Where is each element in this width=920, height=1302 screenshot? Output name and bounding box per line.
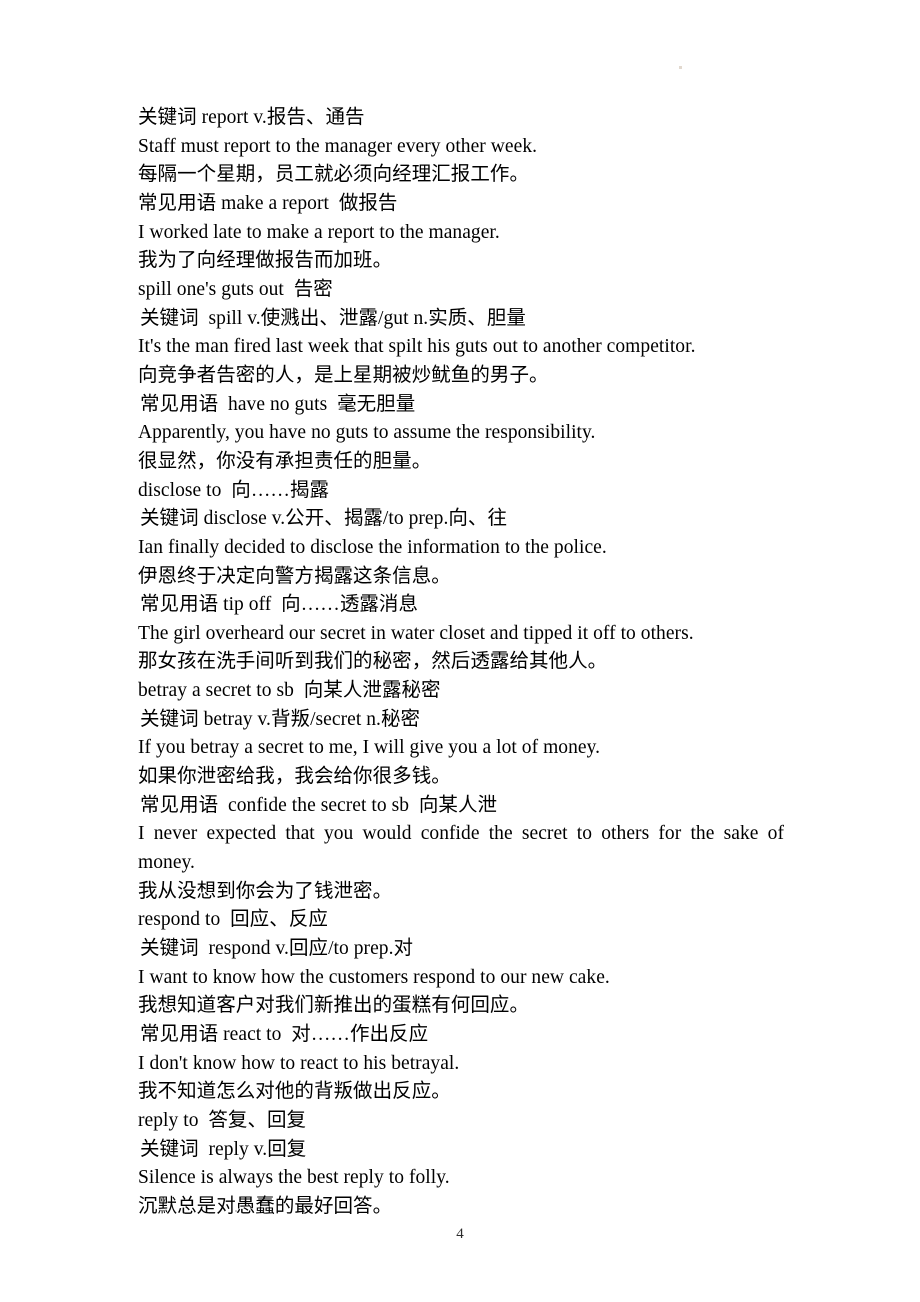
- document-body: 关键词 report v.报告、通告 Staff must report to t…: [138, 104, 784, 1222]
- text-line: disclose to 向……揭露: [138, 479, 330, 501]
- scan-artifact-top: [679, 66, 682, 69]
- text-line: Ian finally decided to disclose the info…: [138, 536, 607, 558]
- text-line: Staff must report to the manager every o…: [138, 135, 538, 157]
- text-line: 常见用语 have no guts 毫无胆量: [140, 393, 416, 415]
- text-line: 我想知道客户对我们新推出的蛋糕有何回应。: [138, 995, 530, 1017]
- scan-artifact-bottom: [235, 1210, 237, 1212]
- text-line: 常见用语 react to 对……作出反应: [140, 1024, 429, 1045]
- text-line: I worked late to make a report to the ma…: [138, 221, 500, 243]
- text-line: 关键词 spill v.使溅出、泄露/gut n.实质、胆量: [140, 307, 526, 329]
- text-line: It's the man fired last week that spilt …: [138, 336, 696, 358]
- text-line: 我从没想到你会为了钱泄密。: [138, 880, 393, 902]
- text-line: spill one's guts out 告密: [138, 278, 333, 300]
- text-line: 常见用语 confide the secret to sb 向某人泄: [140, 794, 498, 816]
- text-line: 每隔一个星期，员工就必须向经理汇报工作。: [138, 164, 530, 186]
- text-line: 沉默总是对愚蠢的最好回答。: [138, 1195, 393, 1217]
- page-number: 4: [456, 1226, 464, 1242]
- text-line: reply to 答复、回复: [138, 1109, 307, 1131]
- text-line: 关键词 betray v.背叛/secret n.秘密: [140, 708, 421, 730]
- text-line: 如果你泄密给我，我会给你很多钱。: [138, 766, 451, 788]
- text-line: 向竞争者告密的人，是上星期被炒鱿鱼的男子。: [138, 364, 549, 386]
- text-line: If you betray a secret to me, I will giv…: [138, 737, 601, 759]
- text-line: 我为了向经理做报告而加班。: [138, 250, 393, 272]
- text-line: Apparently, you have no guts to assume t…: [138, 422, 596, 444]
- text-line: betray a secret to sb 向某人泄露秘密: [138, 680, 441, 702]
- text-line: 关键词 reply v.回复: [140, 1138, 307, 1160]
- text-line: 我不知道怎么对他的背叛做出反应。: [138, 1081, 451, 1103]
- text-line: I want to know how the customers respond…: [138, 966, 610, 988]
- text-line: respond to 回应、反应: [138, 909, 328, 931]
- text-line: 关键词 disclose v.公开、揭露/to prep.向、往: [140, 508, 508, 530]
- text-line: 常见用语 make a report 做报告: [138, 192, 398, 214]
- text-line: I never expected that you would confide …: [138, 823, 789, 874]
- text-line: 关键词 respond v.回应/to prep.对: [140, 938, 414, 960]
- document-page: 关键词 report v.报告、通告 Staff must report to t…: [0, 0, 920, 1302]
- text-line: 很显然，你没有承担责任的胆量。: [138, 450, 432, 472]
- text-line: Silence is always the best reply to foll…: [138, 1167, 450, 1189]
- text-line: I don't know how to react to his betraya…: [138, 1052, 460, 1074]
- text-line: The girl overheard our secret in water c…: [138, 622, 694, 644]
- text-line: 伊恩终于决定向警方揭露这条信息。: [138, 565, 451, 587]
- text-line: 常见用语 tip off 向……透露消息: [140, 594, 419, 616]
- text-line: 关键词 report v.报告、通告: [138, 107, 365, 128]
- text-line: 那女孩在洗手间听到我们的秘密，然后透露给其他人。: [138, 651, 608, 673]
